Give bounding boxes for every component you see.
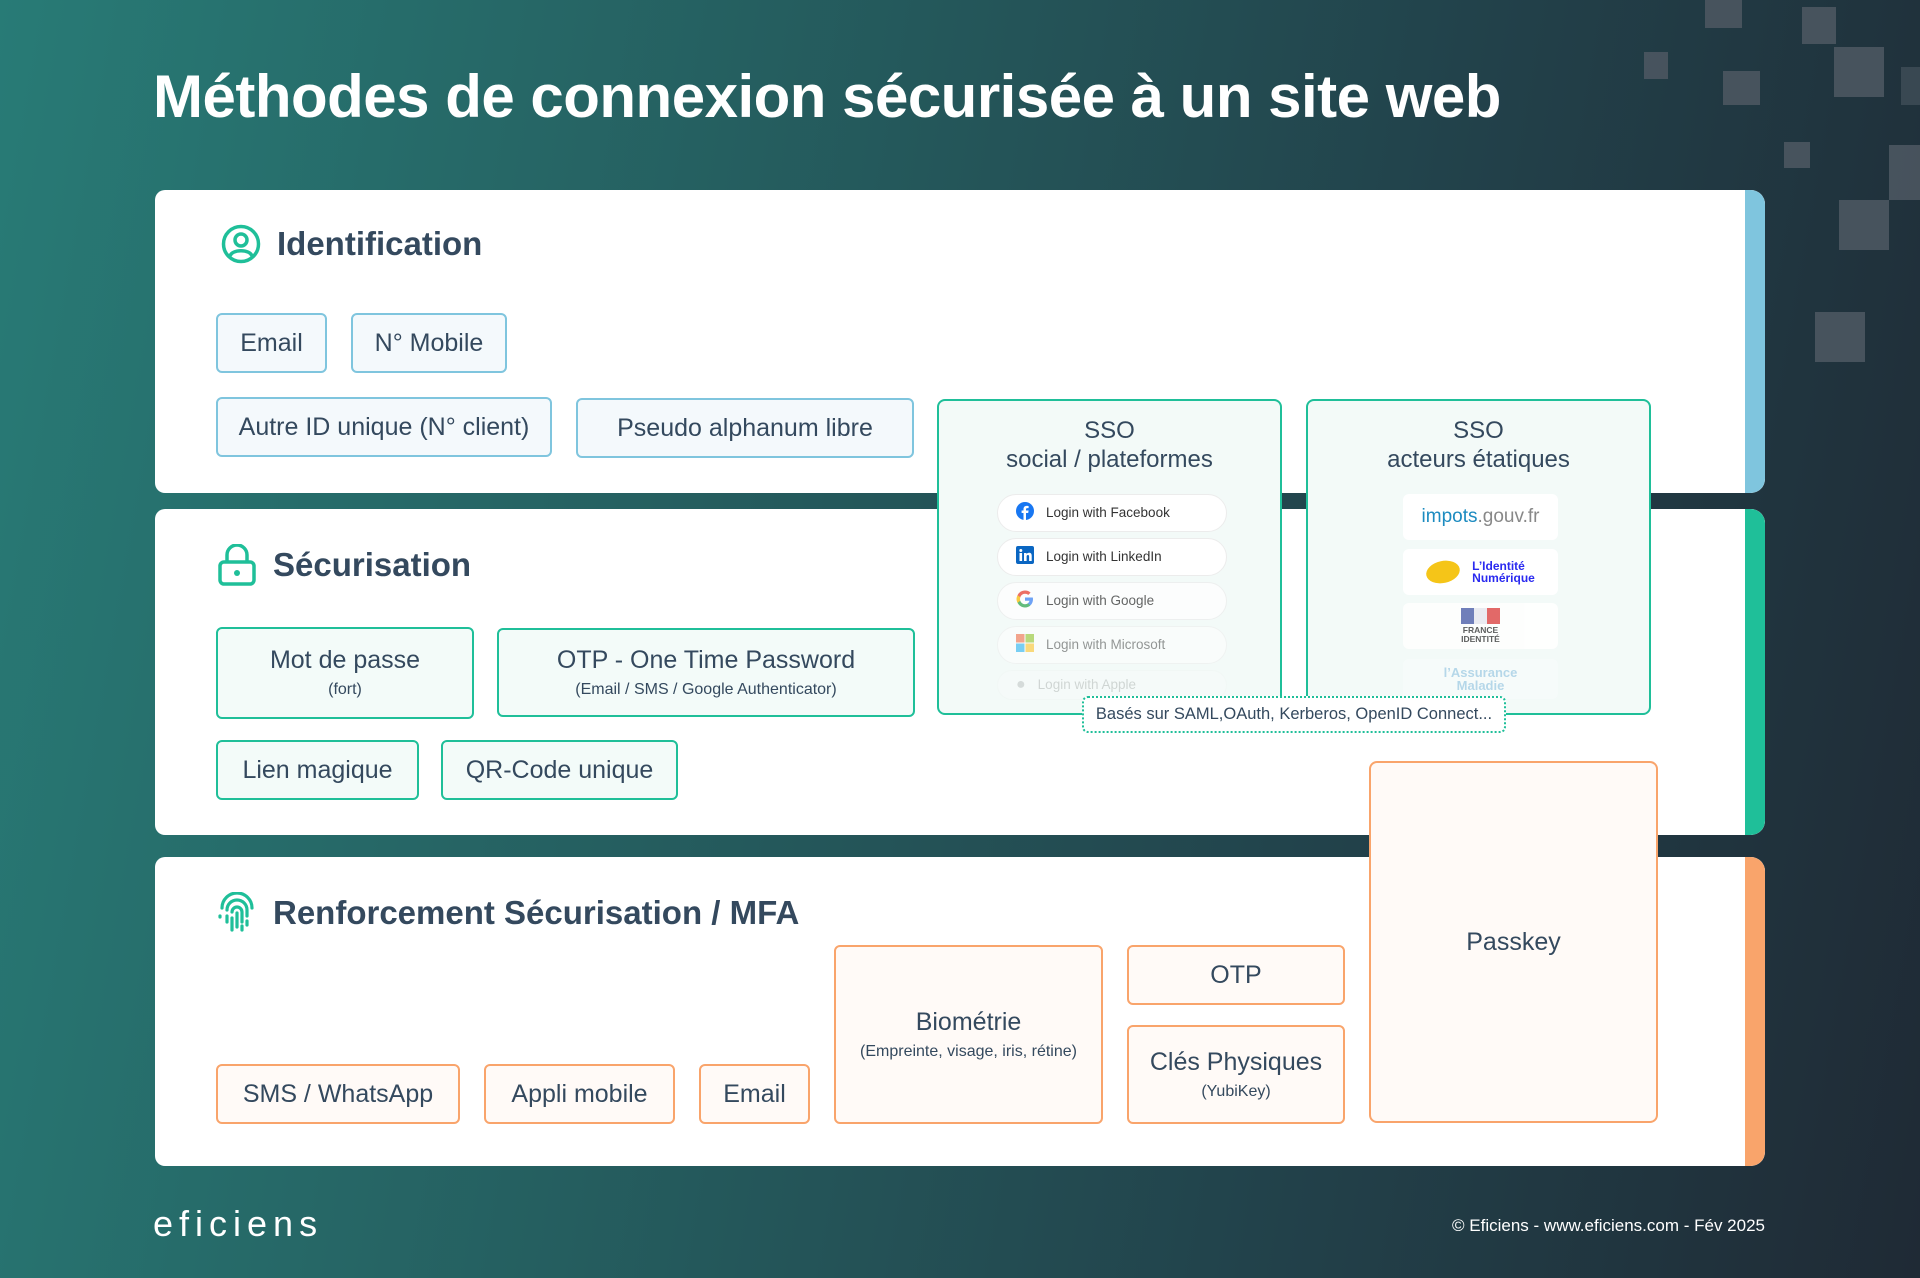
chip-label: SMS / WhatsApp: [242, 1079, 434, 1108]
securisation-accent-bar: [1745, 509, 1765, 835]
login-google-button[interactable]: Login with Google: [997, 582, 1227, 620]
identification-header: Identification: [221, 224, 482, 264]
button-label: Login with Apple: [1037, 676, 1136, 692]
sso-title: SSO: [1453, 417, 1504, 444]
chip-label: Biométrie: [915, 1007, 1022, 1036]
chip-sublabel: (YubiKey): [1201, 1082, 1271, 1100]
section-title: Renforcement Sécurisation / MFA: [273, 894, 800, 931]
fingerprint-icon: [217, 892, 257, 934]
mfa-method-email: Email: [699, 1064, 810, 1124]
logo-text: IDENTITÉ: [1461, 634, 1500, 644]
id-method-mobile: N° Mobile: [351, 313, 507, 373]
decorative-square: [1815, 312, 1865, 362]
sec-method-magic-link: Lien magique: [216, 740, 419, 800]
chip-label: Mot de passe: [269, 646, 421, 675]
mfa-method-passkey: Passkey: [1369, 761, 1658, 1123]
sec-method-qrcode: QR-Code unique: [441, 740, 678, 800]
decorative-square: [1644, 52, 1668, 79]
sso-title: SSO: [1084, 417, 1135, 444]
login-linkedin-button[interactable]: Login with LinkedIn: [997, 538, 1227, 576]
decorative-square: [1723, 71, 1760, 105]
sso-social-box: SSO social / plateformes Login with Face…: [937, 399, 1282, 715]
button-label: Login with Microsoft: [1046, 636, 1166, 652]
identification-accent-bar: [1745, 190, 1765, 493]
chip-label: Email: [240, 328, 303, 357]
eficiens-logo: eficiens: [153, 1203, 324, 1244]
login-facebook-button[interactable]: Login with Facebook: [997, 494, 1227, 532]
chip-label: OTP - One Time Password: [556, 645, 856, 674]
chip-label: Pseudo alphanum libre: [617, 413, 873, 442]
facebook-icon: [1016, 501, 1034, 524]
mfa-method-otp: OTP: [1127, 945, 1345, 1005]
linkedin-icon: [1016, 545, 1034, 568]
chip-label: Clés Physiques: [1149, 1047, 1323, 1076]
protocols-note: Basés sur SAML,OAuth, Kerberos, OpenID C…: [1082, 696, 1506, 733]
id-method-email: Email: [216, 313, 327, 373]
decorative-square: [1802, 7, 1836, 44]
login-microsoft-button[interactable]: Login with Microsoft: [997, 626, 1227, 664]
decorative-square: [1705, 0, 1742, 28]
button-label: Login with Google: [1046, 592, 1155, 608]
section-title: Sécurisation: [273, 546, 472, 583]
button-label: Login with LinkedIn: [1046, 548, 1162, 564]
section-title: Identification: [277, 225, 483, 262]
button-label: Login with Facebook: [1046, 504, 1170, 520]
mfa-method-sms: SMS / WhatsApp: [216, 1064, 460, 1124]
page-title: Méthodes de connexion sécurisée à un sit…: [153, 63, 1501, 130]
lock-icon: [217, 544, 257, 586]
chip-label: Appli mobile: [511, 1079, 648, 1108]
identite-numerique-logo[interactable]: L’Identité Numérique: [1403, 549, 1558, 595]
microsoft-icon: [1016, 633, 1034, 656]
chip-label: OTP: [1210, 960, 1262, 989]
id-method-other-id: Autre ID unique (N° client): [216, 397, 552, 457]
decorative-square: [1834, 47, 1884, 97]
mfa-header: Renforcement Sécurisation / MFA: [217, 892, 799, 934]
decorative-square: [1784, 142, 1810, 168]
decorative-square: [1839, 200, 1889, 250]
mfa-method-physical-keys: Clés Physiques (YubiKey): [1127, 1025, 1345, 1124]
logo-text: impots: [1421, 505, 1478, 527]
chip-label: N° Mobile: [374, 328, 484, 357]
france-identite-logo[interactable]: FRANCE IDENTITÉ: [1403, 603, 1558, 649]
logo-text: Numérique: [1472, 571, 1535, 585]
la-poste-icon: [1424, 557, 1463, 587]
logo-text: .gouv.fr: [1477, 505, 1540, 527]
sso-subtitle: acteurs étatiques: [1387, 445, 1570, 473]
id-method-pseudo: Pseudo alphanum libre: [576, 398, 914, 458]
google-icon: [1016, 590, 1034, 612]
impots-gouv-logo[interactable]: impots .gouv.fr: [1403, 494, 1558, 540]
chip-sublabel: (fort): [328, 681, 362, 699]
chip-sublabel: (Email / SMS / Google Authenticator): [575, 680, 837, 698]
chip-label: Email: [723, 1079, 786, 1108]
user-circle-icon: [221, 224, 261, 264]
chip-label: Lien magique: [242, 755, 393, 784]
sso-subtitle: social / plateformes: [1006, 445, 1213, 473]
chip-label: Autre ID unique (N° client): [238, 412, 530, 441]
mfa-method-biometrics: Biométrie (Empreinte, visage, iris, réti…: [834, 945, 1103, 1124]
logo-text: Maladie: [1456, 678, 1505, 693]
assurance-maladie-logo[interactable]: l’Assurance Maladie: [1403, 659, 1558, 699]
sec-method-password: Mot de passe (fort): [216, 627, 474, 719]
sso-state-box: SSO acteurs étatiques impots .gouv.fr L’I…: [1306, 399, 1651, 715]
securisation-header: Sécurisation: [217, 544, 471, 586]
apple-icon: ●: [1016, 676, 1026, 694]
marianne-flag-icon: [1460, 607, 1501, 624]
sec-method-otp: OTP - One Time Password (Email / SMS / G…: [497, 628, 915, 717]
decorative-square: [1901, 67, 1920, 105]
mfa-accent-bar: [1745, 857, 1765, 1166]
chip-sublabel: (Empreinte, visage, iris, rétine): [860, 1042, 1077, 1060]
copyright-text: © Eficiens - www.eficiens.com - Fév 2025: [1452, 1216, 1765, 1235]
decorative-square: [1889, 145, 1920, 200]
chip-label: Passkey: [1466, 927, 1561, 956]
mfa-method-app: Appli mobile: [484, 1064, 675, 1124]
chip-label: QR-Code unique: [465, 755, 654, 784]
